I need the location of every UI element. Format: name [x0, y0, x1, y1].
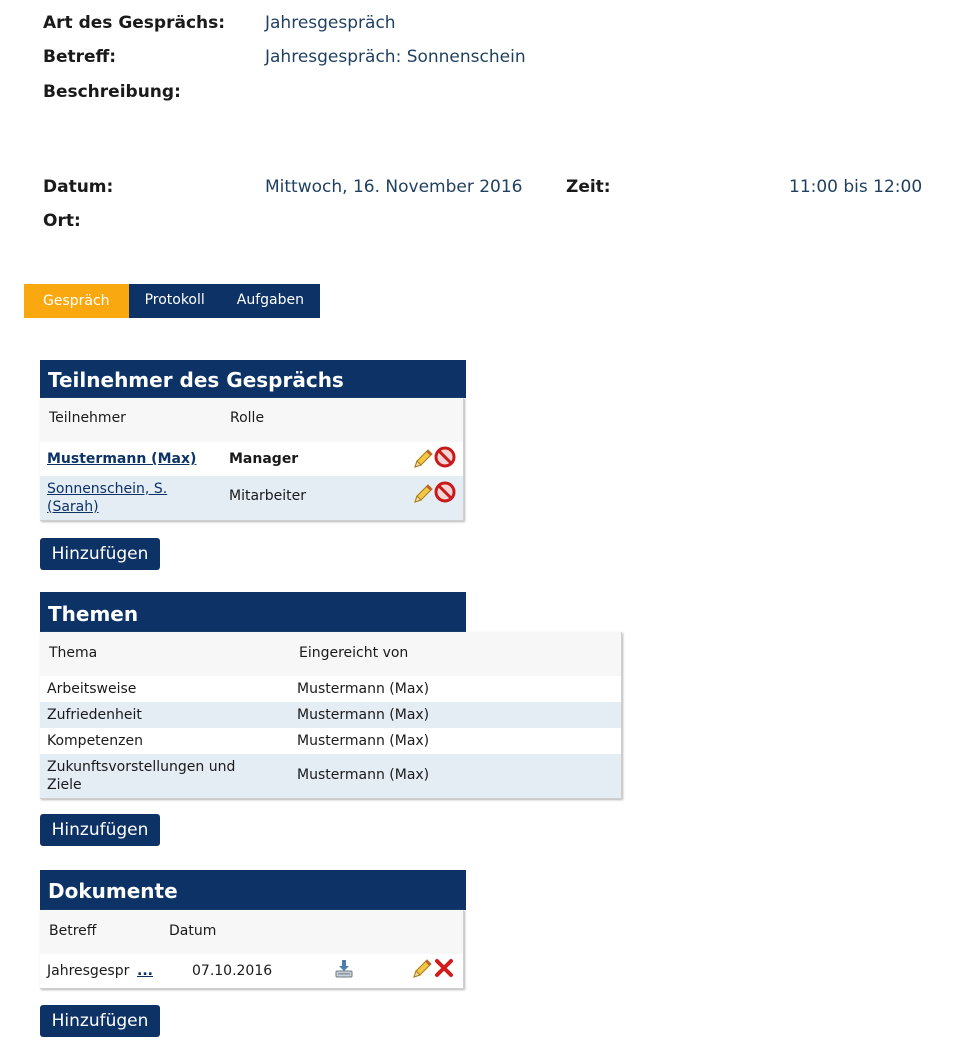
participant-link[interactable]: Sonnenschein, S. (Sarah) [47, 480, 167, 516]
betreff-label: Betreff: [43, 47, 117, 67]
delete-circle-icon[interactable] [434, 481, 456, 503]
download-icon[interactable] [333, 958, 355, 980]
table-row: Mustermann (Max) Manager [40, 442, 463, 476]
table-header: Teilnehmer Rolle [40, 398, 463, 442]
topic-name: Kompetenzen [47, 733, 143, 749]
dokumente-table: Betreff Datum Jahresgespr ... 07.10.2016 [40, 910, 464, 989]
topic-name: Arbeitsweise [47, 681, 137, 697]
ort-label: Ort: [43, 211, 81, 231]
table-row: Zufriedenheit Mustermann (Max) [40, 702, 621, 728]
document-subject: Jahresgespr [47, 963, 130, 979]
add-topic-button[interactable]: Hinzufügen [40, 814, 160, 846]
topic-name-line2: Ziele [47, 777, 82, 793]
table-row: Jahresgespr ... 07.10.2016 [40, 954, 463, 988]
participant-link-line2: (Sarah) [47, 499, 99, 515]
participant-role: Mitarbeiter [229, 488, 307, 504]
table-row: Sonnenschein, S. (Sarah) Mitarbeiter [40, 476, 463, 520]
add-document-button[interactable]: Hinzufügen [40, 1005, 160, 1037]
teilnehmer-table: Teilnehmer Rolle Mustermann (Max) Manage… [40, 398, 464, 521]
document-more-link[interactable]: ... [137, 963, 153, 979]
tab-bar: Gespräch Protokoll Aufgaben [24, 284, 320, 318]
themen-title: Themen [40, 592, 466, 632]
tab-protokoll[interactable]: Protokoll [128, 284, 221, 318]
topic-name: Zukunftsvorstellungen und Ziele [47, 758, 235, 794]
column-header-rolle: Rolle [230, 410, 265, 426]
delete-x-icon[interactable] [433, 957, 455, 979]
table-header: Betreff Datum [40, 910, 463, 954]
datum-value: Mittwoch, 16. November 2016 [265, 177, 523, 197]
delete-circle-icon[interactable] [434, 446, 456, 468]
topic-name-line1: Zukunftsvorstellungen und [47, 759, 236, 775]
pencil-icon[interactable] [412, 483, 434, 505]
themen-table: Thema Eingereicht von Arbeitsweise Muste… [40, 632, 622, 799]
zeit-label: Zeit: [566, 177, 611, 197]
participant-link-line1: Sonnenschein, S. [47, 481, 168, 497]
tab-gespraech[interactable]: Gespräch [24, 284, 129, 318]
art-label: Art des Gesprächs: [43, 13, 226, 33]
tab-aufgaben[interactable]: Aufgaben [220, 284, 320, 318]
datum-label: Datum: [43, 177, 114, 197]
document-date: 07.10.2016 [192, 963, 273, 979]
table-header: Thema Eingereicht von [40, 632, 621, 676]
betreff-value: Jahresgespräch: Sonnenschein [265, 47, 526, 67]
add-participant-button[interactable]: Hinzufügen [40, 538, 160, 570]
beschreibung-label: Beschreibung: [43, 82, 181, 102]
column-header-betreff: Betreff [49, 923, 97, 939]
participant-link[interactable]: Mustermann (Max) [47, 451, 196, 467]
topic-name: Zufriedenheit [47, 707, 142, 723]
pencil-icon[interactable] [411, 958, 433, 980]
topic-submitter: Mustermann (Max) [297, 707, 430, 723]
table-row: Kompetenzen Mustermann (Max) [40, 728, 621, 754]
column-header-teilnehmer: Teilnehmer [49, 410, 126, 426]
table-row: Zukunftsvorstellungen und Ziele Musterman… [40, 754, 621, 798]
table-row: Arbeitsweise Mustermann (Max) [40, 676, 621, 702]
column-header-eingereicht: Eingereicht von [299, 645, 409, 661]
participant-role: Manager [229, 451, 299, 467]
art-value: Jahresgespräch [265, 13, 396, 33]
column-header-thema: Thema [49, 645, 98, 661]
pencil-icon[interactable] [412, 448, 434, 470]
topic-submitter: Mustermann (Max) [297, 767, 430, 783]
topic-submitter: Mustermann (Max) [297, 733, 430, 749]
teilnehmer-title: Teilnehmer des Gesprächs [40, 360, 466, 398]
column-header-datum: Datum [169, 923, 217, 939]
topic-submitter: Mustermann (Max) [297, 681, 430, 697]
zeit-value: 11:00 bis 12:00 [789, 177, 923, 197]
dokumente-title: Dokumente [40, 870, 466, 910]
